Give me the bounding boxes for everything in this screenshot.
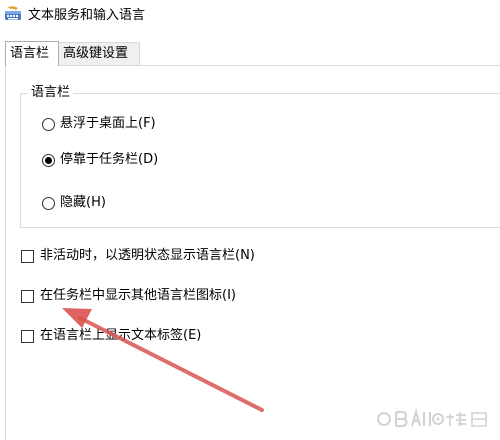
radio-dock-in-taskbar[interactable]: 停靠于任务栏(D) <box>42 150 158 170</box>
tab-language-bar[interactable]: 语言栏 <box>5 41 59 66</box>
radio-label: 悬浮于桌面上(F) <box>60 116 156 131</box>
title-bar: 文本服务和输入语言 <box>0 0 500 34</box>
checkbox[interactable] <box>21 249 34 263</box>
checkbox-label: 非活动时，以透明状态显示语言栏(N) <box>40 248 255 263</box>
tab-advanced-key-settings[interactable]: 高级键设置 <box>59 42 140 65</box>
checkbox-show-additional-icons[interactable]: 在任务栏中显示其他语言栏图标(I) <box>21 286 236 306</box>
radio-button[interactable] <box>42 117 55 131</box>
text-services-dialog: 文本服务和输入语言 语言栏 高级键设置 语言栏 悬浮于桌面上(F) 停靠于任务栏… <box>0 0 500 440</box>
checkbox-show-text-labels[interactable]: 在语言栏上显示文本标签(E) <box>21 326 201 346</box>
window-title: 文本服务和输入语言 <box>28 8 146 23</box>
radio-label: 停靠于任务栏(D) <box>60 152 159 167</box>
checkbox-label: 在语言栏上显示文本标签(E) <box>40 328 202 343</box>
checkbox[interactable] <box>21 289 34 303</box>
radio-label: 隐藏(H) <box>60 195 106 210</box>
radio-hidden[interactable]: 隐藏(H) <box>42 193 106 213</box>
keyboard-language-icon <box>5 6 21 20</box>
tab-strip: 语言栏 高级键设置 <box>0 41 500 66</box>
groupbox-label: 语言栏 <box>28 85 74 101</box>
radio-float-on-desktop[interactable]: 悬浮于桌面上(F) <box>42 114 156 134</box>
checkbox-label: 在任务栏中显示其他语言栏图标(I) <box>40 288 236 303</box>
radio-button[interactable] <box>42 196 55 210</box>
checkbox[interactable] <box>21 329 34 343</box>
checkbox-transparent-when-inactive[interactable]: 非活动时，以透明状态显示语言栏(N) <box>21 246 255 266</box>
radio-button[interactable] <box>42 153 55 167</box>
baidu-watermark-icon <box>377 407 487 428</box>
